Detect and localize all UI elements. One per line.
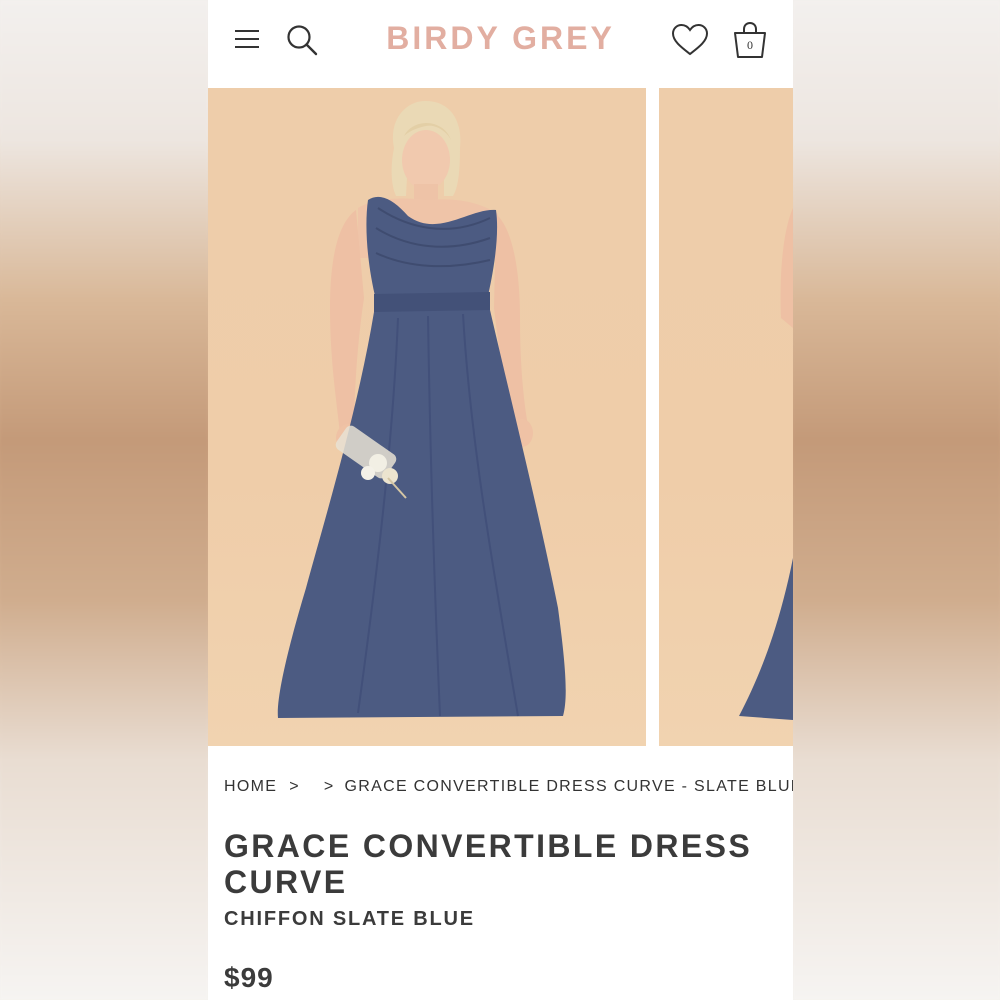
- model-partial-illustration: [739, 208, 793, 720]
- breadcrumb-separator: >: [323, 778, 335, 795]
- wishlist-button[interactable]: [670, 20, 710, 60]
- phone-screen: BIRDY GREY 0 HOME > > GRACE CONVERTIBLE …: [208, 0, 793, 1000]
- blurred-background-right: [793, 0, 1000, 1000]
- blurred-background-left: [0, 0, 208, 1000]
- menu-icon: [235, 30, 259, 48]
- cart-count: 0: [747, 38, 753, 52]
- search-button[interactable]: [284, 22, 320, 58]
- model-in-dress-illustration: [277, 100, 566, 718]
- product-price: $99: [224, 962, 274, 993]
- search-icon: [287, 25, 318, 56]
- breadcrumb-separator: >: [289, 778, 300, 795]
- product-subtitle: CHIFFON SLATE BLUE: [224, 908, 475, 930]
- heart-icon: [671, 23, 709, 56]
- breadcrumb: HOME > > GRACE CONVERTIBLE DRESS CURVE - SL…: [224, 778, 793, 796]
- menu-button[interactable]: [230, 22, 264, 56]
- brand-logo[interactable]: BIRDY GREY: [378, 20, 623, 57]
- breadcrumb-current: GRACE CONVERTIBLE DRESS CURVE - SLATE BL…: [344, 778, 793, 795]
- site-header: BIRDY GREY 0: [208, 0, 793, 88]
- product-image-next[interactable]: [659, 88, 793, 746]
- product-title: GRACE CONVERTIBLE DRESS CURVE: [224, 828, 753, 900]
- cart-button[interactable]: 0: [730, 18, 770, 62]
- product-image-main[interactable]: [208, 88, 646, 746]
- breadcrumb-home-link[interactable]: HOME: [224, 778, 277, 796]
- product-image-gallery[interactable]: [208, 88, 793, 746]
